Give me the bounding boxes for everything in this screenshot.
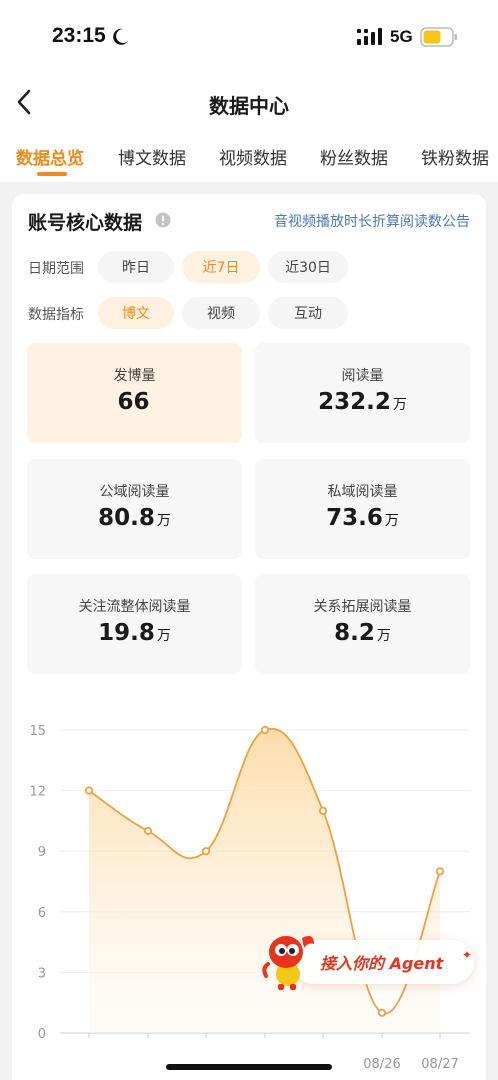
status-time: 23:15: [52, 24, 106, 47]
date-7days-pill[interactable]: 近7日: [182, 251, 260, 283]
moon-icon: [113, 28, 128, 45]
tab-iron-fans[interactable]: 铁粉数据: [421, 144, 489, 169]
tab-fans[interactable]: 粉丝数据: [320, 144, 388, 169]
data-point[interactable]: [318, 806, 328, 815]
info-icon[interactable]: [155, 212, 171, 228]
y-tick-label: 12: [29, 785, 46, 800]
y-tick-label: 15: [29, 724, 46, 739]
tab-videos[interactable]: 视频数据: [219, 144, 287, 169]
y-tick-label: 9: [38, 845, 46, 860]
trend-chart: 0 3 6 9 12 15 08/26 08/27: [29, 724, 470, 1072]
metric-following-feed-reads[interactable]: 关注流整体阅读量 19.8 万: [27, 574, 242, 674]
tab-posts[interactable]: 博文数据: [118, 144, 186, 169]
data-point[interactable]: [84, 786, 94, 795]
metric-label: 私域阅读量: [327, 484, 398, 500]
metric-value: 66: [117, 389, 150, 415]
metric-label: 公域阅读量: [99, 484, 170, 500]
metric-label: 关注流整体阅读量: [78, 599, 191, 615]
agent-entry-button[interactable]: 接入你的 Agent ✦: [262, 930, 474, 990]
metric-value: 8.2 万: [334, 620, 391, 646]
network-label: 5G: [390, 27, 413, 46]
metric-value: 80.8 万: [98, 505, 171, 531]
metric-value: 73.6 万: [326, 505, 399, 531]
metric-private-reads[interactable]: 私域阅读量 73.6 万: [255, 459, 470, 559]
x-tick-label: 08/26: [363, 1057, 400, 1072]
date-yesterday-pill[interactable]: 昨日: [98, 251, 174, 283]
data-point[interactable]: [260, 725, 270, 735]
metric-label: 发博量: [113, 368, 156, 384]
tab-active-indicator: [37, 172, 67, 176]
metric-public-reads[interactable]: 公域阅读量 80.8 万: [27, 459, 242, 559]
data-point[interactable]: [201, 847, 211, 856]
y-tick-label: 6: [38, 906, 46, 921]
data-point[interactable]: [377, 1008, 387, 1017]
status-bar: 23:15 5G: [0, 0, 498, 72]
y-tick-label: 3: [38, 966, 46, 981]
metric-label: 关系拓展阅读量: [313, 599, 412, 615]
metric-posts-count[interactable]: 发博量 66: [27, 343, 242, 443]
notice-link[interactable]: 音视频播放时长折算阅读数公告: [274, 211, 470, 231]
nav-bar: 数据中心: [0, 72, 498, 132]
page-title: 数据中心: [209, 94, 289, 118]
metric-value: 19.8 万: [98, 620, 171, 646]
agent-label: 接入你的 Agent: [320, 954, 444, 973]
y-tick-label: 0: [38, 1027, 46, 1042]
battery-icon: [420, 27, 457, 47]
metric-value: 232.2 万: [318, 389, 407, 415]
card-title: 账号核心数据: [28, 212, 143, 234]
signal-icon: [357, 28, 382, 45]
tab-overview[interactable]: 数据总览: [16, 144, 84, 169]
metric-videos-pill[interactable]: 视频: [182, 297, 260, 329]
tab-bar: 数据总览 博文数据 视频数据 粉丝数据 铁粉数据: [0, 132, 498, 182]
data-point[interactable]: [143, 826, 153, 836]
date-range-label: 日期范围: [28, 261, 84, 277]
metric-type-label: 数据指标: [28, 307, 84, 323]
metric-label: 阅读量: [341, 368, 384, 384]
sparkle-icon: ✦: [462, 948, 473, 962]
metric-interaction-pill[interactable]: 互动: [268, 297, 348, 329]
data-point[interactable]: [435, 867, 445, 876]
weibo-mascot-icon: [262, 936, 314, 990]
metric-posts-pill[interactable]: 博文: [98, 297, 174, 329]
home-indicator: [166, 1064, 332, 1070]
x-tick-label: 08/27: [421, 1057, 458, 1072]
date-30days-pill[interactable]: 近30日: [268, 251, 348, 283]
metric-reads[interactable]: 阅读量 232.2 万: [255, 343, 470, 443]
metric-relation-reads[interactable]: 关系拓展阅读量 8.2 万: [255, 574, 470, 674]
